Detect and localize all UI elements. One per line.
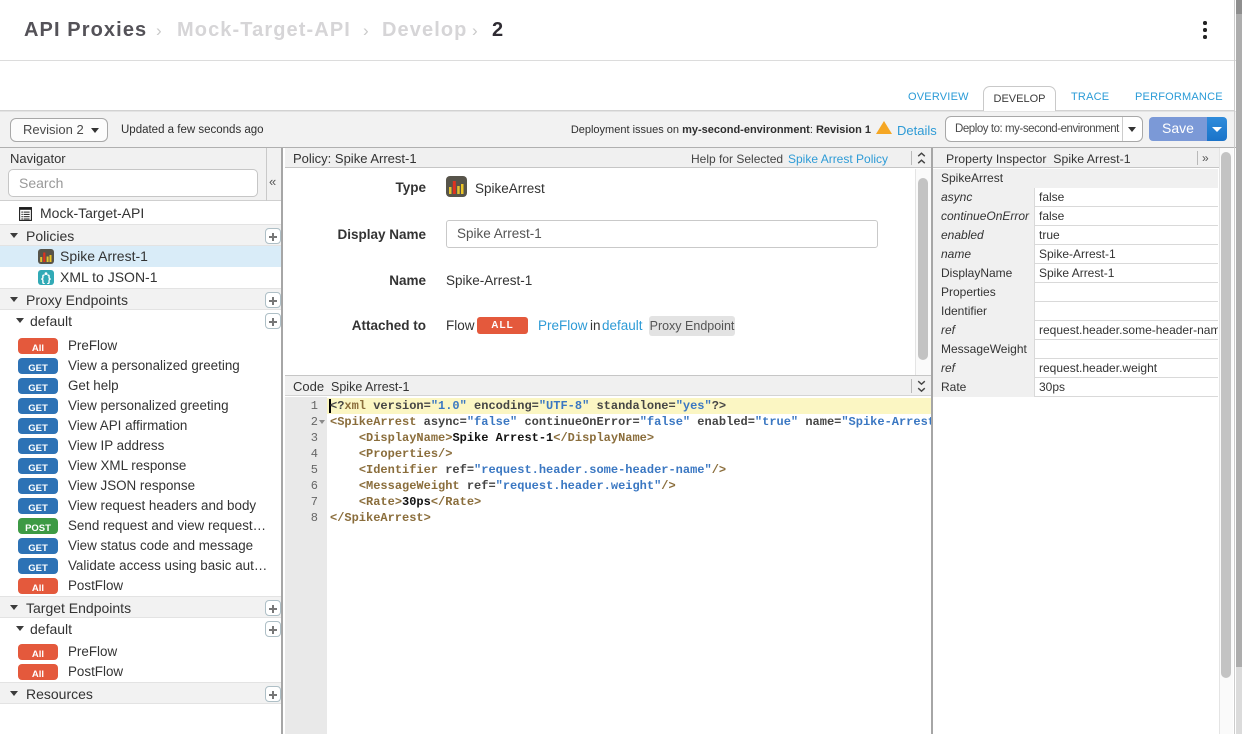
svg-text:{ }: { } <box>41 273 51 285</box>
